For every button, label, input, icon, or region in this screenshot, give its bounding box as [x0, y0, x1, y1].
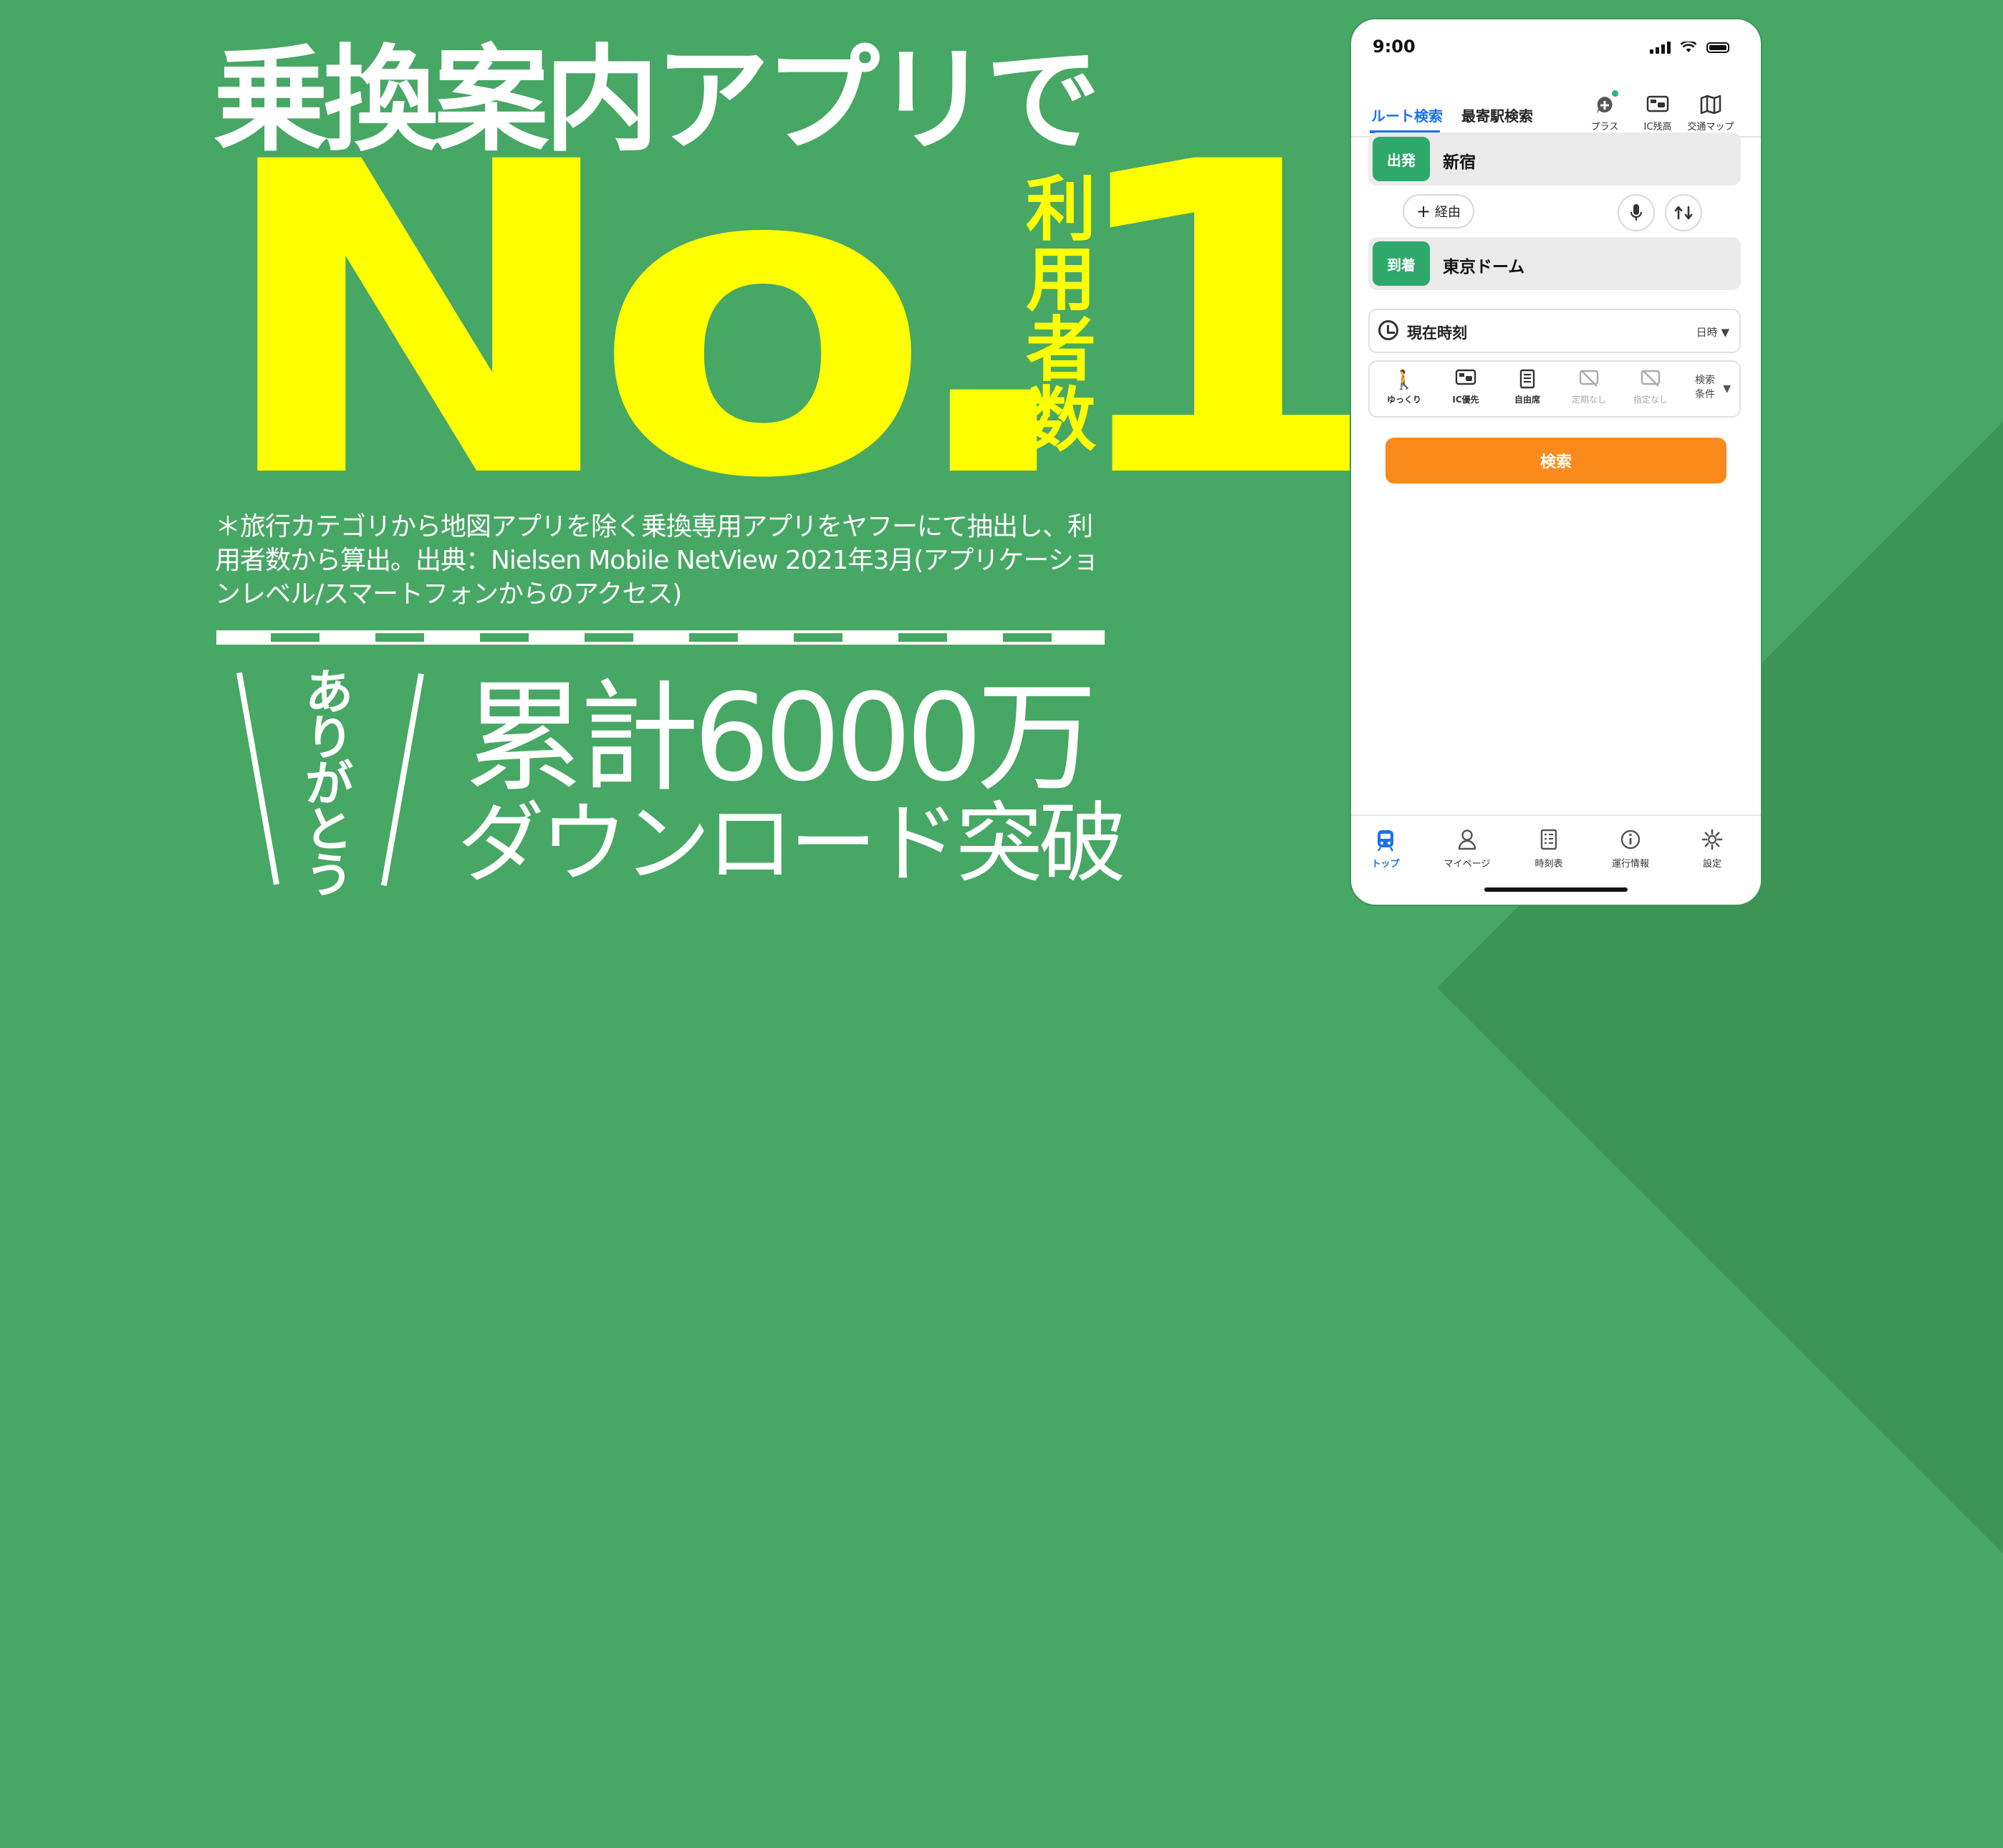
nav-top-label: トップ [1371, 859, 1400, 870]
ic-balance-button[interactable]: IC残高 [1632, 95, 1683, 133]
voice-input-button[interactable] [1618, 194, 1655, 231]
ic-priority-icon [1437, 369, 1494, 392]
traffic-map-label: 交通マップ [1687, 122, 1734, 133]
option-no-reserved[interactable]: 指定なし [1622, 369, 1679, 405]
seat-icon [1499, 369, 1556, 392]
arrival-value: 東京ドーム [1443, 258, 1525, 276]
tab-route-search[interactable]: ルート検索 [1371, 105, 1443, 125]
nav-settings-label: 設定 [1702, 859, 1721, 870]
timetable-icon [1514, 829, 1583, 855]
via-label: 経由 [1435, 205, 1461, 220]
swap-stations-button[interactable] [1665, 194, 1702, 231]
header-tabs: ルート検索 最寄駅検索 プラス IC残高 交通マップ [1351, 80, 1761, 138]
datetime-label: 日時 [1696, 326, 1718, 339]
battery-icon [1706, 42, 1729, 53]
footnote: ＊旅行カテゴリから地図アプリを除く乗換専用アプリをヤフーにて抽出し、利用者数から… [215, 512, 1099, 609]
option-no-pass[interactable]: 定期なし [1560, 369, 1618, 405]
arrival-badge: 到着 [1373, 241, 1430, 286]
option-slow[interactable]: 🚶 ゆっくり [1375, 369, 1433, 405]
option-no-reserved-label: 指定なし [1633, 395, 1668, 405]
downloads-line1: 累計6000万 [464, 668, 1097, 808]
reserved-off-icon [1622, 369, 1679, 392]
nav-timetable-label: 時刻表 [1534, 859, 1563, 870]
map-icon [1685, 95, 1737, 117]
train-icon [1351, 829, 1420, 855]
plus-button[interactable]: プラス [1579, 95, 1630, 133]
time-label: 現在時刻 [1407, 324, 1467, 342]
option-ic-priority[interactable]: IC優先 [1437, 369, 1494, 405]
rank-suffix: 利用者数 [1014, 172, 1095, 453]
traffic-map-button[interactable]: 交通マップ [1685, 95, 1737, 133]
dropdown-arrow-icon: ▼ [1721, 326, 1729, 339]
nav-service-info-label: 運行情報 [1611, 859, 1649, 870]
departure-field[interactable]: 出発 新宿 [1368, 133, 1741, 186]
datetime-dropdown[interactable]: 日時 ▼ [1696, 324, 1729, 340]
nav-service-info[interactable]: 運行情報 [1596, 829, 1665, 870]
thanks-text: ありがとう [296, 666, 352, 895]
plus-chat-icon [1579, 95, 1630, 117]
option-slow-label: ゆっくり [1386, 395, 1421, 405]
search-conditions-label: 検索 条件 [1695, 375, 1715, 400]
nav-top[interactable]: トップ [1351, 829, 1420, 870]
search-options: 🚶 ゆっくり IC優先 自由席 定期なし 指定なし 検索 条件 ▼ [1368, 360, 1741, 418]
option-no-pass-label: 定期なし [1571, 395, 1606, 405]
rank-number: No.1 [212, 72, 1398, 572]
search-conditions-button[interactable]: 検索 条件 [1695, 373, 1715, 402]
status-icons [1650, 41, 1729, 54]
nav-mypage-label: マイページ [1444, 859, 1491, 870]
nav-timetable[interactable]: 時刻表 [1514, 829, 1583, 870]
arrival-field[interactable]: 到着 東京ドーム [1368, 237, 1741, 290]
notification-dot [1612, 90, 1618, 97]
pass-off-icon [1560, 369, 1618, 392]
slash-left [236, 672, 279, 885]
ic-card-icon [1632, 95, 1683, 117]
nav-settings[interactable]: 設定 [1678, 829, 1747, 870]
option-free-seat-label: 自由席 [1514, 395, 1540, 405]
departure-value: 新宿 [1443, 153, 1476, 172]
swap-icon [1674, 206, 1693, 220]
via-button[interactable]: + 経由 [1403, 194, 1474, 228]
plus-icon: + [1416, 201, 1431, 221]
info-icon [1596, 829, 1665, 855]
rail-divider [216, 630, 1105, 645]
signal-icon [1650, 41, 1671, 54]
microphone-icon [1630, 204, 1643, 221]
person-icon [1433, 829, 1502, 855]
home-indicator [1484, 887, 1628, 892]
downloads-line2: ダウンロード突破 [457, 793, 1126, 895]
tab-nearest-station[interactable]: 最寄駅検索 [1461, 105, 1533, 125]
walk-icon: 🚶 [1392, 370, 1416, 391]
slash-right [380, 673, 424, 886]
departure-badge: 出発 [1373, 137, 1430, 181]
gear-icon [1678, 829, 1747, 855]
plus-label: プラス [1590, 122, 1619, 133]
status-time: 9:00 [1373, 37, 1416, 57]
option-free-seat[interactable]: 自由席 [1499, 369, 1556, 405]
time-selector[interactable]: 現在時刻 日時 ▼ [1368, 309, 1741, 353]
search-button[interactable]: 検索 [1385, 438, 1726, 483]
wifi-icon [1681, 42, 1696, 52]
ic-balance-label: IC残高 [1643, 122, 1672, 133]
clock-icon [1378, 320, 1398, 340]
nav-mypage[interactable]: マイページ [1433, 829, 1502, 870]
option-ic-priority-label: IC優先 [1452, 395, 1479, 405]
phone-screen: 9:00 ルート検索 最寄駅検索 プラス IC残高 交通マップ 出発 新宿 + … [1351, 19, 1761, 905]
conditions-dropdown-icon: ▼ [1723, 383, 1731, 395]
